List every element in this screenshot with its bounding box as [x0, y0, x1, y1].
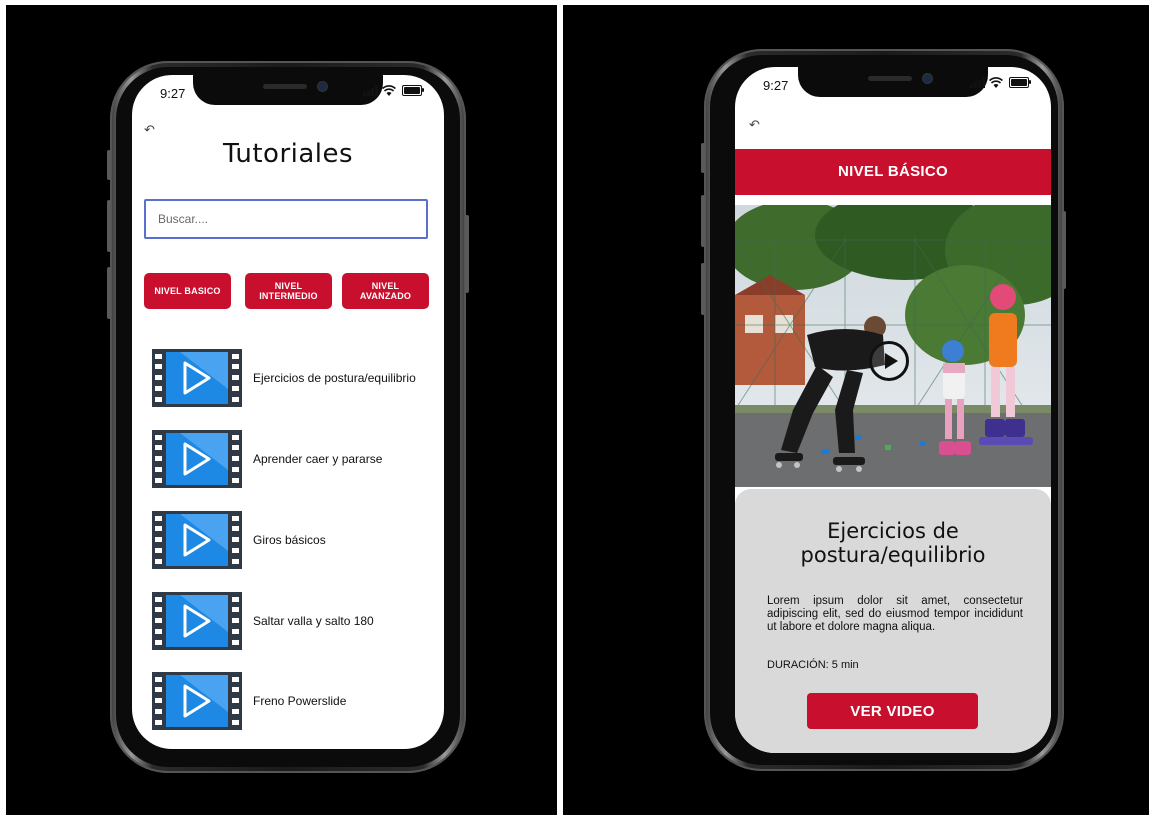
video-file-icon	[152, 592, 242, 650]
phone-power-button	[1062, 211, 1066, 289]
wifi-icon	[989, 77, 1003, 88]
left-panel: 9:27 ↶ Tutoriales NIVEL BASICO NIVEL INT…	[6, 5, 557, 815]
signal-icon	[970, 77, 985, 88]
level-intermediate-button[interactable]: NIVEL INTERMEDIO	[245, 273, 332, 309]
list-item-video[interactable]: Saltar valla y salto 180	[152, 592, 442, 652]
front-camera	[922, 73, 933, 84]
level-advanced-button[interactable]: NIVEL AVANZADO	[342, 273, 429, 309]
search-input[interactable]	[144, 199, 428, 239]
phone-notch	[193, 75, 383, 105]
phone-notch	[798, 67, 988, 97]
status-icons	[363, 85, 424, 96]
status-time: 9:27	[763, 78, 789, 93]
phone-volume-down	[107, 267, 111, 319]
phone-volume-up	[701, 195, 705, 247]
tutorials-screen: 9:27 ↶ Tutoriales NIVEL BASICO NIVEL INT…	[132, 75, 444, 749]
status-time: 9:27	[160, 86, 186, 101]
wifi-icon	[382, 85, 396, 96]
level-basic-button[interactable]: NIVEL BASICO	[144, 273, 231, 309]
video-title-line2: postura/equilibrio	[800, 543, 986, 567]
page-title: Tutoriales	[222, 139, 354, 169]
list-item-video[interactable]: Freno Powerslide	[152, 672, 442, 732]
video-title: Freno Powerslide	[253, 694, 347, 708]
speaker-grille	[868, 76, 912, 81]
video-file-icon	[152, 511, 242, 569]
list-item-video[interactable]: Aprender caer y pararse	[152, 430, 442, 490]
video-detail-screen: 9:27 ↶ NIVEL BÁSICO Ejercicios de postur…	[735, 67, 1051, 753]
video-duration: DURACIÓN: 5 min	[767, 659, 859, 671]
video-title: Aprender caer y pararse	[253, 452, 383, 466]
video-title: Ejercicios de postura/equilibrio	[253, 371, 416, 385]
battery-icon	[402, 85, 424, 96]
right-panel: 9:27 ↶ NIVEL BÁSICO Ejercicios de postur…	[563, 5, 1149, 815]
video-title: Giros básicos	[253, 533, 326, 547]
video-player[interactable]	[735, 205, 1051, 487]
phone-mute-switch	[701, 143, 705, 173]
phone-mute-switch	[107, 150, 111, 180]
front-camera	[317, 81, 328, 92]
phone-volume-down	[701, 263, 705, 315]
video-info-card: Ejercicios de postura/equilibrio Lorem i…	[735, 489, 1051, 753]
video-title-line1: Ejercicios de	[827, 519, 959, 543]
speaker-grille	[263, 84, 307, 89]
video-title-heading: Ejercicios de postura/equilibrio	[735, 519, 1051, 567]
video-title: Saltar valla y salto 180	[253, 614, 374, 628]
back-arrow-icon[interactable]: ↶	[144, 122, 155, 138]
list-item-video[interactable]: Ejercicios de postura/equilibrio	[152, 349, 442, 409]
play-icon[interactable]	[869, 341, 909, 381]
list-item-video[interactable]: Giros básicos	[152, 511, 442, 571]
video-file-icon	[152, 430, 242, 488]
phone-volume-up	[107, 200, 111, 252]
video-file-icon	[152, 672, 242, 730]
phone-power-button	[465, 215, 469, 293]
status-icons	[970, 77, 1031, 88]
video-description: Lorem ipsum dolor sit amet, consectetur …	[767, 595, 1023, 633]
level-header: NIVEL BÁSICO	[735, 149, 1051, 195]
signal-icon	[363, 85, 378, 96]
watch-video-button[interactable]: VER VIDEO	[807, 693, 978, 729]
back-arrow-icon[interactable]: ↶	[749, 117, 760, 133]
battery-icon	[1009, 77, 1031, 88]
video-file-icon	[152, 349, 242, 407]
